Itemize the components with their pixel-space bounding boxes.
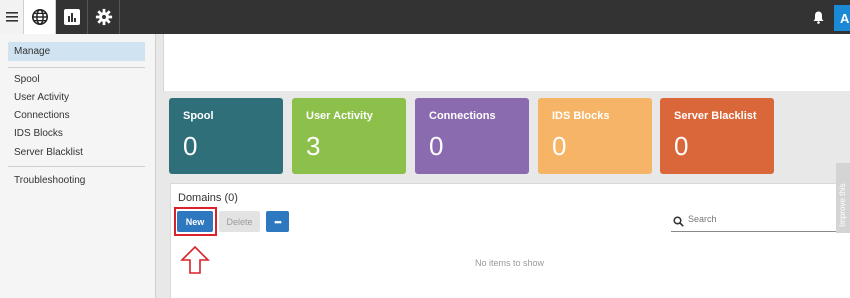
tile-spool[interactable]: Spool 0 [169, 98, 283, 174]
tile-ids-blocks[interactable]: IDS Blocks 0 [538, 98, 652, 174]
sidebar-divider [8, 67, 145, 68]
sidebar-divider [8, 166, 145, 167]
tile-value: 0 [183, 131, 198, 161]
tab-reports[interactable] [56, 0, 88, 34]
top-bar: A [0, 0, 850, 34]
sidebar-item-connections[interactable]: Connections [14, 110, 70, 121]
search-input[interactable] [688, 214, 833, 224]
tile-label: User Activity [306, 110, 373, 122]
feedback-label: Improve this [838, 183, 847, 227]
empty-state-text: No items to show [475, 258, 545, 268]
menu-icon [5, 12, 18, 22]
sidebar-item-user-activity[interactable]: User Activity [14, 92, 69, 103]
sidebar-item-troubleshooting[interactable]: Troubleshooting [14, 175, 85, 186]
gear-icon [95, 8, 112, 26]
tile-connections[interactable]: Connections 0 [415, 98, 529, 174]
tile-label: IDS Blocks [552, 110, 610, 122]
search-icon [673, 216, 684, 227]
tile-value: 0 [674, 131, 689, 161]
sidebar-item-ids-blocks[interactable]: IDS Blocks [14, 128, 63, 139]
delete-button[interactable]: Delete [219, 211, 260, 232]
arrow-up-icon [180, 245, 210, 274]
tile-server-blacklist[interactable]: Server Blacklist 0 [660, 98, 774, 174]
search-box[interactable] [671, 211, 839, 232]
hamburger-menu-button[interactable] [0, 0, 24, 34]
sidebar-item-server-blacklist[interactable]: Server Blacklist [14, 147, 83, 158]
notifications-button[interactable] [808, 0, 828, 34]
sidebar-item-spool[interactable]: Spool [14, 74, 40, 85]
globe-icon [31, 8, 48, 26]
domains-panel: Domains (0) New Delete ••• No items to s… [170, 183, 850, 298]
tile-value: 0 [429, 131, 444, 161]
highlight-box [174, 207, 217, 236]
more-options-button[interactable]: ••• [266, 211, 289, 232]
feedback-side-tab[interactable]: Improve this [836, 163, 850, 233]
sidebar-item-label: Manage [14, 46, 51, 57]
tab-settings[interactable] [88, 0, 120, 34]
tile-user-activity[interactable]: User Activity 3 [292, 98, 406, 174]
avatar[interactable]: A [834, 5, 850, 31]
tile-label: Spool [183, 110, 214, 122]
bar-chart-icon [63, 9, 80, 25]
tab-domains[interactable] [24, 0, 56, 34]
tile-label: Server Blacklist [674, 110, 757, 122]
sidebar-item-manage[interactable]: Manage [8, 42, 145, 61]
header-panel [163, 34, 850, 91]
domains-title: Domains (0) [178, 192, 238, 204]
tile-value: 3 [306, 131, 321, 161]
sidebar: Manage Spool User Activity Connections I… [0, 34, 156, 298]
bell-icon [813, 11, 823, 24]
tile-value: 0 [552, 131, 567, 161]
tile-label: Connections [429, 110, 496, 122]
